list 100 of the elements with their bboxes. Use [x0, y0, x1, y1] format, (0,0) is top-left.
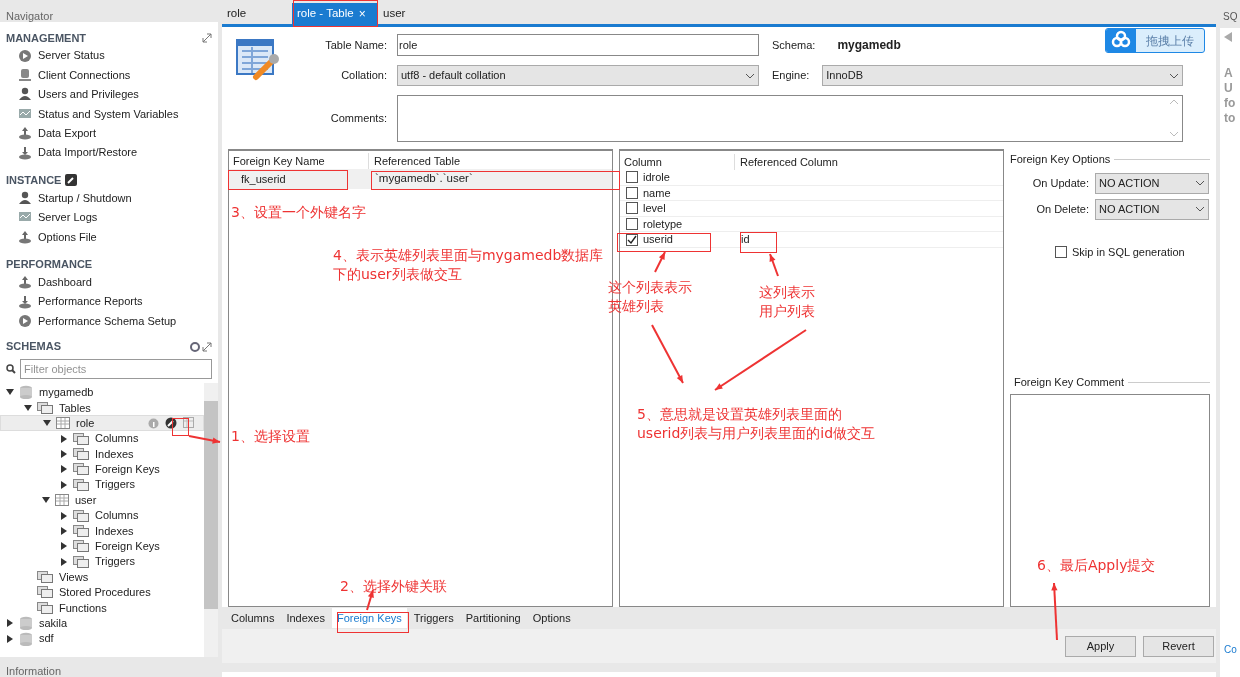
nav-link[interactable]: Users and Privileges: [38, 86, 139, 103]
database-icon: [19, 631, 33, 646]
field-label: Collation:: [340, 68, 387, 84]
help-text: A: [1224, 66, 1234, 81]
nav-link[interactable]: Performance Reports: [38, 293, 143, 310]
refresh-expand-icon: [190, 341, 212, 352]
checkbox[interactable]: [626, 186, 638, 199]
nav-link[interactable]: Data Import/Restore: [38, 144, 138, 161]
section-title: SCHEMAS: [6, 339, 61, 355]
tree-item[interactable]: Columns: [0, 507, 204, 524]
checkbox[interactable]: [1055, 245, 1067, 258]
close-icon[interactable]: ×: [358, 4, 366, 23]
engine-dropdown[interactable]: InnoDB: [822, 65, 1184, 86]
nav-link[interactable]: Server Logs: [38, 209, 98, 226]
folder-icon: [73, 524, 89, 537]
link[interactable]: Co: [1224, 642, 1240, 657]
tree-item[interactable]: Triggers: [0, 477, 204, 493]
annotation-text: userid列表与用户列表里面的id做交互: [637, 424, 876, 443]
search-icon: [6, 363, 16, 374]
column-header: Referenced Table: [373, 153, 461, 169]
collation-dropdown[interactable]: utf8 - default collation: [397, 65, 759, 86]
table-cell-text: id: [740, 232, 750, 248]
tree-item[interactable]: Functions: [0, 600, 204, 616]
tree-item[interactable]: Stored Procedures: [0, 584, 204, 601]
tree-item[interactable]: mygamedb: [0, 384, 204, 401]
annotation-text: 下的user列表做交互: [333, 265, 462, 284]
annotation-text: 5、意思就是设置英雄列表里面的: [637, 405, 842, 424]
comments-field[interactable]: [397, 95, 1183, 142]
group-title: Foreign Key Comment: [1014, 375, 1125, 390]
comment-field[interactable]: [1010, 393, 1210, 607]
nav-link[interactable]: Startup / Shutdown: [38, 189, 132, 207]
table-cell-text: level: [643, 201, 666, 217]
panel-title: SQ: [1222, 10, 1239, 24]
group-title: Foreign Key Options: [1010, 152, 1111, 167]
tab[interactable]: role - Table ×: [292, 3, 378, 24]
tab[interactable]: role: [222, 3, 292, 24]
nav-link[interactable]: Status and System Variables: [38, 105, 179, 123]
nav-item-icon: [18, 145, 32, 160]
tree-item[interactable]: Foreign Keys: [0, 461, 204, 478]
tab[interactable]: Indexes: [281, 608, 330, 628]
tab[interactable]: Options: [527, 608, 576, 628]
tab[interactable]: Columns: [226, 608, 280, 628]
tree-item[interactable]: Indexes: [0, 446, 204, 462]
tab[interactable]: Partitioning: [460, 608, 526, 628]
upload-button[interactable]: 拖拽上传: [1105, 28, 1205, 53]
nav-link[interactable]: Dashboard: [38, 273, 92, 291]
on-delete-dropdown[interactable]: NO ACTION: [1095, 198, 1209, 220]
nav-item-icon: [18, 191, 32, 206]
on-update-dropdown[interactable]: NO ACTION: [1095, 172, 1209, 194]
tree-item[interactable]: Tables: [0, 400, 204, 416]
table-icon: [56, 417, 70, 430]
folder-icon: [37, 401, 53, 414]
tree-item[interactable]: role: [0, 415, 204, 431]
arrow: [654, 251, 666, 273]
wrench-icon: [165, 417, 177, 430]
field-label: Table Name:: [324, 37, 387, 53]
grid-icon: [183, 417, 195, 430]
tree-item[interactable]: Foreign Keys: [0, 538, 204, 554]
folder-icon: [37, 586, 53, 599]
folder-icon: [73, 478, 89, 491]
back-arrow-icon: [1224, 32, 1232, 42]
tree-item[interactable]: Triggers: [0, 554, 204, 570]
info-icon: [148, 417, 159, 429]
highlight-box: [337, 612, 409, 633]
nav-item-icon: [18, 294, 32, 309]
checkbox[interactable]: [626, 171, 638, 184]
table-row[interactable]: fk_userid `mygamedb`.`user`: [229, 169, 612, 189]
nav-item-icon: [18, 314, 32, 328]
caret-icon: [1169, 72, 1180, 79]
filter-field[interactable]: Filter objects: [20, 358, 212, 379]
nav-item-icon: [18, 229, 32, 244]
action-button[interactable]: Revert: [1143, 635, 1214, 657]
table-name-field[interactable]: role: [397, 34, 759, 56]
column-header: Column: [620, 153, 735, 170]
tree-item[interactable]: sdf: [0, 630, 204, 647]
annotation-text: 3、设置一个外键名字: [231, 203, 366, 222]
annotation-text: 这列表示: [759, 283, 815, 302]
scrollbar[interactable]: [204, 382, 218, 657]
database-icon: [19, 385, 33, 400]
action-button[interactable]: Apply: [1065, 635, 1136, 657]
nav-link[interactable]: Server Status: [38, 47, 105, 64]
tree-item[interactable]: Columns: [0, 430, 204, 447]
tree-item[interactable]: Views: [0, 569, 204, 585]
checkbox[interactable]: [626, 218, 638, 231]
tree-item[interactable]: user: [0, 492, 204, 508]
section-title: INSTANCE: [6, 173, 62, 189]
help-text: to: [1224, 111, 1237, 126]
nav-link[interactable]: Data Export: [38, 125, 97, 142]
highlight-box: [740, 232, 777, 253]
tree-item[interactable]: Indexes: [0, 523, 204, 539]
tree-item[interactable]: sakila: [0, 615, 204, 631]
nav-link[interactable]: Performance Schema Setup: [38, 312, 177, 330]
checkbox[interactable]: [626, 202, 638, 215]
expand-icon: [202, 33, 212, 43]
table-cell-text: idrole: [643, 170, 670, 186]
nav-link[interactable]: Client Connections: [38, 66, 131, 84]
tab[interactable]: user: [378, 3, 438, 24]
tab[interactable]: Triggers: [408, 608, 459, 628]
nav-link[interactable]: Options File: [38, 228, 97, 246]
folder-icon: [73, 509, 89, 522]
